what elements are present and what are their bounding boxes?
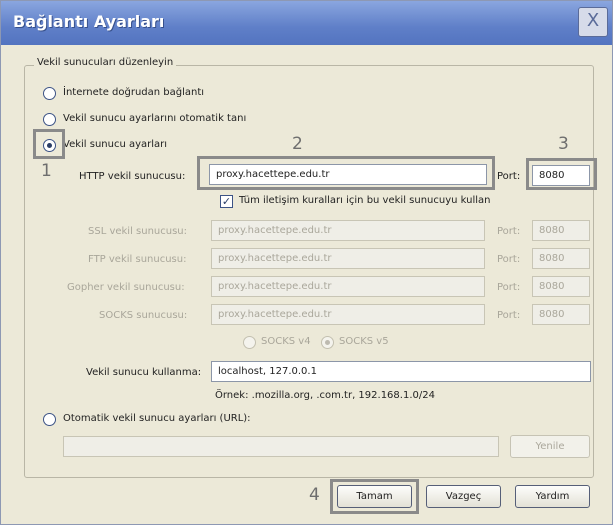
- gopher-port-label: Port:: [497, 282, 521, 293]
- group-legend: Vekil sunucuları düzenleyin: [34, 57, 177, 68]
- radio-direct-label: İnternete doğrudan bağlantı: [63, 87, 205, 98]
- highlight-box-2: [197, 156, 495, 190]
- radio-manual-label: Vekil sunucu ayarları: [63, 139, 168, 150]
- ftp-port-input[interactable]: 8080: [532, 248, 590, 269]
- use-for-all-label: Tüm iletişim kuralları için bu vekil sun…: [239, 195, 491, 206]
- ssl-proxy-label: SSL vekil sunucusu:: [88, 226, 188, 237]
- socks-port-input[interactable]: 8080: [532, 304, 590, 325]
- radio-auto-detect-label: Vekil sunucu ayarlarını otomatik tanı: [63, 113, 247, 124]
- highlight-box-3: [526, 158, 597, 190]
- close-icon: X: [586, 10, 600, 31]
- no-proxy-input[interactable]: localhost, 127.0.0.1: [211, 361, 591, 382]
- socks-port-label: Port:: [497, 310, 521, 321]
- radio-auto-proxy-url-label: Otomatik vekil sunucu ayarları (URL):: [63, 413, 251, 424]
- annotation-number-4: 4: [309, 485, 320, 505]
- socks-v4-label: SOCKS v4: [261, 336, 311, 347]
- no-proxy-example: Örnek: .mozilla.org, .com.tr, 192.168.1.…: [215, 390, 435, 401]
- use-for-all-checkbox[interactable]: ✓: [220, 195, 233, 208]
- close-button[interactable]: X: [578, 7, 608, 37]
- radio-socks-v4[interactable]: [243, 336, 256, 349]
- annotation-number-1: 1: [41, 161, 52, 181]
- http-proxy-label: HTTP vekil sunucusu:: [79, 171, 186, 182]
- cancel-button[interactable]: Vazgeç: [426, 485, 501, 508]
- help-button[interactable]: Yardım: [515, 485, 590, 508]
- ftp-proxy-input[interactable]: proxy.hacettepe.edu.tr: [211, 248, 485, 269]
- ssl-proxy-input[interactable]: proxy.hacettepe.edu.tr: [211, 220, 485, 241]
- socks-proxy-input[interactable]: proxy.hacettepe.edu.tr: [211, 304, 485, 325]
- annotation-number-3: 3: [558, 134, 569, 154]
- socks-v5-label: SOCKS v5: [339, 336, 389, 347]
- http-port-label: Port:: [497, 171, 521, 182]
- radio-direct-connection[interactable]: [43, 87, 56, 100]
- gopher-port-input[interactable]: 8080: [532, 276, 590, 297]
- ftp-port-label: Port:: [497, 254, 521, 265]
- title-bar[interactable]: Bağlantı Ayarları X: [1, 1, 612, 45]
- annotation-number-2: 2: [292, 134, 303, 154]
- gopher-proxy-label: Gopher vekil sunucusu:: [67, 282, 185, 293]
- ok-button[interactable]: Tamam: [337, 485, 412, 508]
- no-proxy-label: Vekil sunucu kullanma:: [86, 367, 202, 378]
- radio-auto-detect[interactable]: [43, 113, 56, 126]
- ftp-proxy-label: FTP vekil sunucusu:: [88, 254, 187, 265]
- window-title: Bağlantı Ayarları: [13, 12, 165, 31]
- auto-proxy-url-input[interactable]: [63, 436, 499, 457]
- gopher-proxy-input[interactable]: proxy.hacettepe.edu.tr: [211, 276, 485, 297]
- radio-auto-proxy-url[interactable]: [43, 413, 56, 426]
- reload-button[interactable]: Yenile: [510, 435, 590, 458]
- socks-proxy-label: SOCKS sunucusu:: [99, 310, 188, 321]
- radio-socks-v5[interactable]: [321, 336, 334, 349]
- connection-settings-dialog: Bağlantı Ayarları X Vekil sunucuları düz…: [0, 0, 613, 525]
- ssl-port-input[interactable]: 8080: [532, 220, 590, 241]
- ssl-port-label: Port:: [497, 226, 521, 237]
- highlight-box-1: [33, 129, 65, 159]
